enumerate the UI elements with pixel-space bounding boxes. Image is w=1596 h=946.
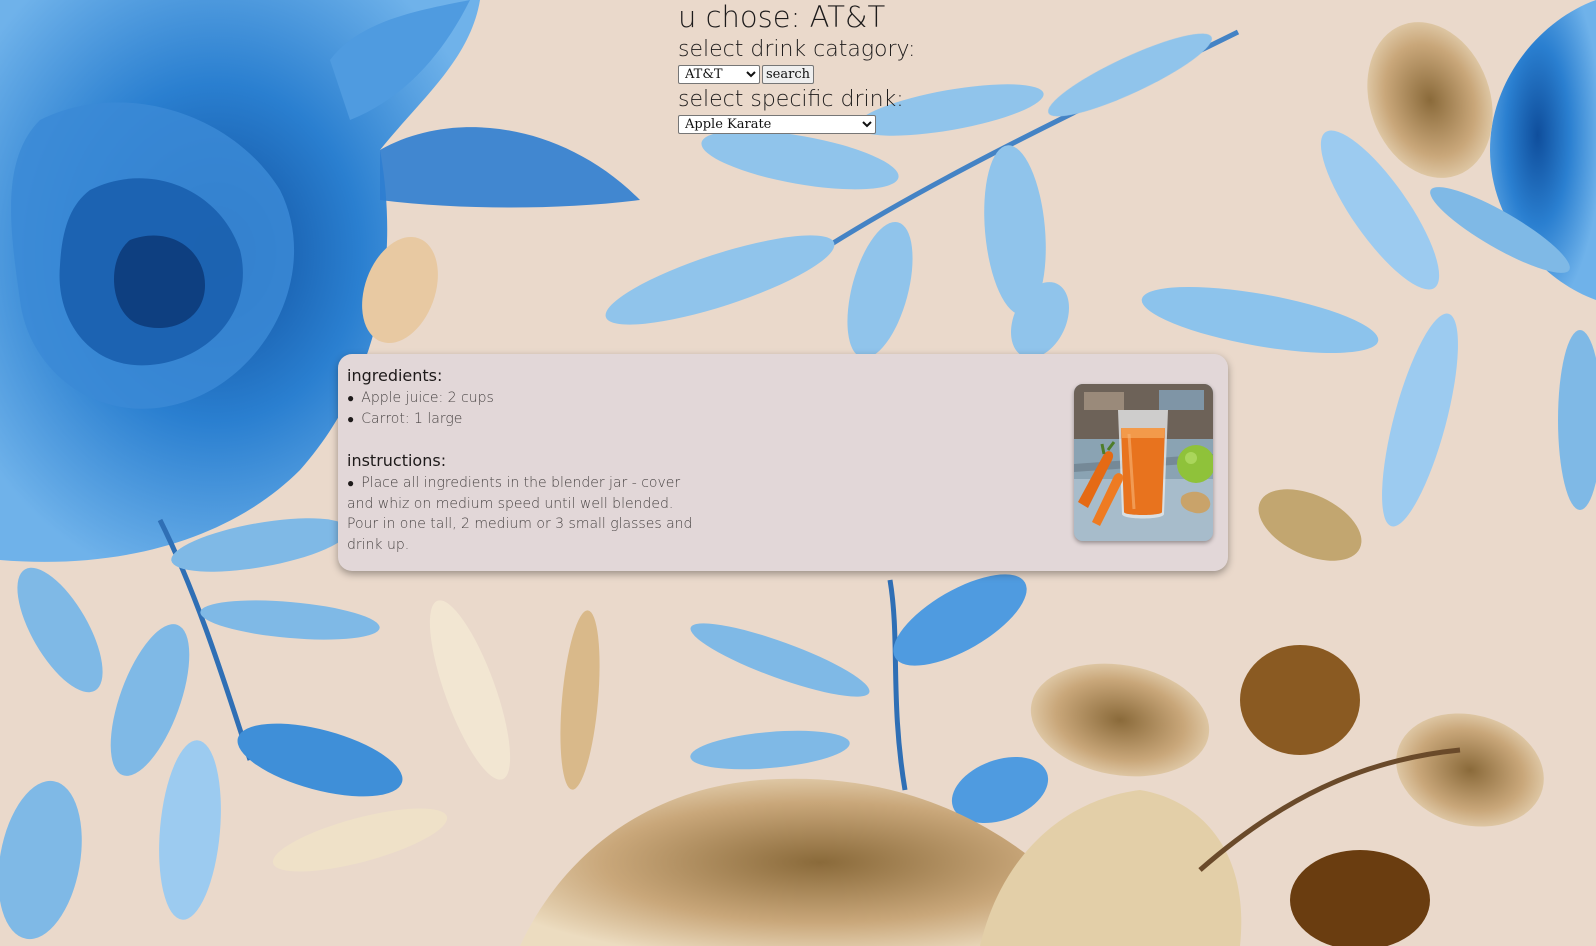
drink-select[interactable]: Apple Karate	[678, 114, 876, 134]
list-item: ● Carrot: 1 large	[347, 409, 707, 430]
bullet-icon: ●	[347, 476, 355, 490]
recipe-details: ingredients: ● Apple juice: 2 cups ● Carro…	[347, 366, 707, 555]
ingredient-text: Apple juice: 2 cups	[361, 390, 494, 406]
drink-label: select specific drink:	[678, 87, 904, 112]
list-item: ● Apple juice: 2 cups	[347, 388, 707, 409]
lower-left-leaves-illustration	[0, 518, 403, 940]
category-row: AT&T search	[678, 64, 915, 84]
instructions-list: ● Place all ingredients in the blender ja…	[347, 473, 707, 555]
ingredient-text: Carrot: 1 large	[361, 410, 463, 427]
category-label: select drink catagory:	[678, 37, 916, 62]
list-item: ● Place all ingredients in the blender ja…	[347, 473, 707, 555]
instructions-title: instructions:	[347, 451, 447, 470]
drink-row: Apple Karate	[678, 114, 915, 134]
drink-selector: u chose: AT&T select drink catagory: AT&…	[678, 0, 915, 134]
recipe-card: ingredients: ● Apple juice: 2 cups ● Carro…	[338, 354, 1228, 571]
bullet-icon: ●	[347, 411, 355, 426]
ingredients-list: ● Apple juice: 2 cups ● Carrot: 1 large	[347, 388, 707, 429]
category-select[interactable]: AT&T	[678, 64, 760, 84]
page-title: u chose: AT&T	[678, 0, 886, 34]
drink-photo	[1074, 384, 1213, 541]
instruction-text: Place all ingredients in the blender jar…	[347, 475, 693, 553]
search-button[interactable]: search	[762, 64, 814, 84]
bullet-icon: ●	[347, 391, 355, 405]
ingredients-title: ingredients:	[347, 366, 443, 385]
